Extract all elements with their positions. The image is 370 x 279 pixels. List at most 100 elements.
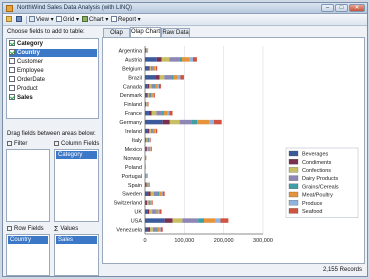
bar-segment <box>146 146 147 152</box>
field-checkbox[interactable] <box>9 67 15 73</box>
field-label: Customer <box>17 59 44 65</box>
bar-segment <box>155 66 157 71</box>
field-checkbox[interactable] <box>9 40 15 46</box>
bar-segment <box>145 75 157 80</box>
bar-segment <box>145 182 146 187</box>
filter-icon <box>7 141 12 146</box>
field-item[interactable]: OrderDate <box>9 76 97 84</box>
bar-segment <box>147 137 149 143</box>
field-checkbox[interactable] <box>9 49 15 55</box>
filter-area[interactable] <box>6 149 50 222</box>
bar-segment <box>161 191 163 196</box>
field-item[interactable]: Product <box>9 85 97 93</box>
field-panel: Choose fields to add to table: Category C… <box>6 28 99 276</box>
bar-segment <box>162 191 165 196</box>
bar-segment <box>198 218 204 223</box>
bar-segment <box>148 66 150 71</box>
columns-icon <box>54 141 59 146</box>
bar-segment <box>145 146 147 152</box>
bar-segment <box>172 218 183 223</box>
bar-segment <box>182 218 199 223</box>
tab-olap-grid[interactable]: Olap Grid <box>103 28 130 44</box>
bar-segment <box>149 146 150 152</box>
y-tick-label: Mexico <box>125 147 142 153</box>
field-checkbox[interactable] <box>9 58 15 64</box>
field-label: OrderDate <box>17 77 46 83</box>
grid-menu[interactable]: Grid ▾ <box>56 16 79 24</box>
y-tick-label: Venezuela <box>116 228 143 234</box>
view-icon <box>29 16 35 22</box>
legend-box <box>285 147 359 218</box>
y-tick-label: Argentina <box>118 48 142 54</box>
field-checkbox[interactable] <box>9 76 15 82</box>
chart-menu[interactable]: Chart ▾ <box>82 16 108 24</box>
bar-segment <box>149 146 151 152</box>
tab-olap-chart[interactable]: Olap Chart <box>130 27 161 37</box>
column-fields-area[interactable]: Category <box>54 149 99 222</box>
bar-segment <box>156 227 158 232</box>
save-button[interactable] <box>16 16 23 24</box>
legend-swatch <box>288 175 299 181</box>
field-item[interactable]: Category <box>9 40 97 48</box>
bar-segment <box>148 227 151 232</box>
field-item[interactable]: Sales <box>9 94 97 102</box>
filter-header: Filter <box>7 140 27 149</box>
row-fields-label: Row Fields <box>14 226 44 232</box>
legend-swatch <box>288 167 299 173</box>
bar-segment <box>147 182 149 187</box>
bar-segment <box>153 128 156 134</box>
bar-segment <box>179 57 182 62</box>
field-checkbox[interactable] <box>9 94 15 100</box>
folder-icon <box>6 16 12 22</box>
bar-segment <box>153 66 156 71</box>
view-panel: Olap Grid Olap Chart Raw Data 0 100,000 20… <box>102 27 365 276</box>
report-menu[interactable]: Report ▾ <box>111 16 141 24</box>
bar-segment <box>148 146 150 152</box>
bar-segment <box>152 227 157 232</box>
bar-segment <box>145 93 147 98</box>
value-field-chip[interactable]: Sales <box>56 236 97 244</box>
field-item[interactable]: Employee <box>9 67 97 75</box>
bar-segment <box>162 119 170 125</box>
legend-label: Dairy Products <box>302 176 338 182</box>
bar-segment <box>152 209 156 214</box>
open-button[interactable] <box>6 16 13 24</box>
field-checkbox[interactable] <box>9 85 15 91</box>
field-item[interactable]: Customer <box>9 58 97 66</box>
bar-segment <box>156 209 159 214</box>
bar-segment <box>209 119 214 125</box>
bar-segment <box>157 227 160 232</box>
field-label: Product <box>17 86 38 92</box>
y-tick-label: France <box>125 111 142 117</box>
app-icon <box>6 5 13 12</box>
legend-label: Meat/Poultry <box>302 193 333 199</box>
maximize-button[interactable]: □ <box>335 4 348 12</box>
bar-segment <box>145 66 149 71</box>
tab-raw-data[interactable]: Raw Data <box>161 28 190 37</box>
bar-segment <box>191 119 198 125</box>
close-button[interactable]: ✕ <box>349 4 365 12</box>
olap-chart-panel: 0 100,000 200,000 300,000 Argentina Austria Be… <box>102 37 365 264</box>
chart-icon <box>82 16 88 22</box>
row-field-chip[interactable]: Country <box>8 236 48 244</box>
minimize-button[interactable]: – <box>321 4 334 12</box>
bar-segment <box>148 137 150 143</box>
bar-segment <box>204 218 216 223</box>
bar-segment <box>145 57 157 62</box>
bar-segment <box>146 93 148 98</box>
values-area[interactable]: Sales <box>54 234 99 276</box>
bar-segment <box>146 146 149 152</box>
bar-segment <box>169 110 173 116</box>
bar-segment <box>180 75 184 80</box>
column-field-chip[interactable]: Category <box>56 151 97 159</box>
bar-segment <box>157 191 160 196</box>
bar-segment <box>177 75 181 80</box>
y-tick-label: Austria <box>125 57 143 63</box>
view-menu[interactable]: View ▾ <box>29 16 54 24</box>
drag-fields-label: Drag fields between areas below: <box>7 131 96 137</box>
row-fields-area[interactable]: Country <box>6 234 50 276</box>
bar-segment <box>153 191 158 196</box>
bar-segment <box>213 119 222 125</box>
report-icon <box>111 16 117 22</box>
field-item[interactable]: Country <box>9 49 97 57</box>
